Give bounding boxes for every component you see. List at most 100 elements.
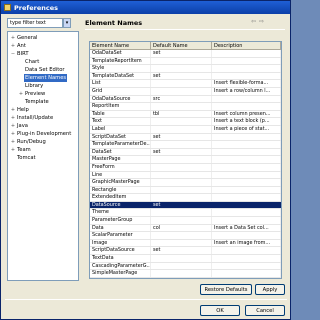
cell-default-name[interactable]: set — [151, 50, 212, 57]
cell-description: Insert a Data Set col... — [212, 224, 281, 232]
cell-default-name[interactable]: col — [151, 224, 212, 232]
cell-element-name: MasterPage — [90, 156, 151, 163]
back-arrow-icon[interactable]: ⇦ — [251, 18, 256, 25]
table-row[interactable]: Grid Insert a row/column l... — [90, 87, 281, 96]
table-row[interactable]: ScalarParameter — [90, 232, 281, 240]
tree-item[interactable]: + Preview — [8, 90, 78, 98]
table-row[interactable]: Theme — [90, 209, 281, 218]
table-row[interactable]: ParameterGroup — [90, 217, 281, 225]
table-body: OdaDataSet set TemplateReportItem Style Temp… — [90, 50, 281, 278]
cell-default-name[interactable] — [151, 171, 212, 179]
tree-item[interactable]: + Team — [8, 146, 78, 154]
cell-default-name[interactable] — [151, 277, 212, 278]
table-row[interactable]: Parameter — [90, 277, 281, 278]
cell-default-name[interactable] — [151, 65, 212, 72]
column-header-description[interactable]: Description — [212, 42, 281, 49]
cell-default-name[interactable] — [151, 125, 212, 133]
column-header-default-name[interactable]: Default Name — [151, 42, 212, 49]
table-row[interactable]: Line — [90, 171, 281, 180]
table-row[interactable]: TemplateParameterDe... — [90, 141, 281, 149]
cell-default-name[interactable] — [151, 239, 212, 247]
table-row[interactable]: TemplateReportItem — [90, 57, 281, 66]
cell-default-name[interactable] — [151, 232, 212, 239]
cell-default-name[interactable] — [151, 255, 212, 262]
table-row[interactable]: GraphicMasterPage — [90, 179, 281, 187]
table-row[interactable]: FreeForm — [90, 163, 281, 172]
cell-default-name[interactable] — [151, 118, 212, 125]
tree-item[interactable]: Template — [8, 98, 78, 106]
cell-default-name[interactable] — [151, 209, 212, 217]
tree-item[interactable]: + Install/Update — [8, 114, 78, 122]
cell-default-name[interactable] — [151, 80, 212, 87]
table-row[interactable]: Style — [90, 65, 281, 73]
table-row[interactable]: Image Insert an image from... — [90, 239, 281, 248]
table-row[interactable]: Data col Insert a Data Set col... — [90, 224, 281, 233]
cell-default-name[interactable]: set — [151, 133, 212, 141]
ok-button[interactable]: OK — [200, 305, 240, 316]
table-row[interactable]: SimpleMasterPage — [90, 270, 281, 278]
cell-element-name: Data — [90, 224, 151, 232]
table-row[interactable]: Text Insert a text block (p... — [90, 118, 281, 126]
cell-default-name[interactable] — [151, 217, 212, 224]
tree-item[interactable]: Chart — [8, 58, 78, 66]
table-row[interactable]: CascadingParameterG... — [90, 262, 281, 271]
table-row[interactable]: MasterPage — [90, 156, 281, 164]
table-row[interactable]: ScriptDataSource set — [90, 247, 281, 256]
table-row[interactable]: Label Insert a piece of stat... — [90, 125, 281, 134]
tree-item[interactable]: + Ant — [8, 42, 78, 50]
cell-default-name[interactable]: set — [151, 72, 212, 80]
tree-item-label: Team — [17, 147, 31, 153]
cell-default-name[interactable]: set — [151, 148, 212, 156]
cell-element-name: ParameterGroup — [90, 217, 151, 224]
tree-item[interactable]: Library — [8, 82, 78, 90]
filter-dropdown-button[interactable]: ▾ — [63, 18, 71, 28]
cancel-button[interactable]: Cancel — [245, 305, 285, 316]
cell-default-name[interactable] — [151, 141, 212, 148]
cell-default-name[interactable]: set — [151, 247, 212, 255]
cell-default-name[interactable] — [151, 87, 212, 95]
table-row[interactable]: OdaDataSource src — [90, 95, 281, 104]
tree-item[interactable]: + Help — [8, 106, 78, 114]
tree-item[interactable]: Tomcat — [8, 154, 78, 162]
tree-item[interactable]: − BIRT — [8, 50, 78, 58]
tree-item[interactable]: + Java — [8, 122, 78, 130]
tree-item-label: Run/Debug — [17, 139, 46, 145]
tree-item[interactable]: + Plug-in Development — [8, 130, 78, 138]
cell-default-name[interactable] — [151, 156, 212, 163]
cell-default-name[interactable]: set — [151, 201, 212, 209]
table-row[interactable]: ScriptDataSet set — [90, 133, 281, 142]
forward-arrow-icon[interactable]: ⇨ — [259, 18, 264, 25]
table-row[interactable]: Rectangle — [90, 186, 281, 195]
table-row[interactable]: TemplateDataSet set — [90, 72, 281, 81]
tree-item[interactable]: Element Names — [8, 74, 78, 82]
table-row[interactable]: DataSource set — [90, 201, 281, 210]
title-bar[interactable]: Preferences — [1, 1, 290, 14]
cell-default-name[interactable] — [151, 163, 212, 171]
cell-description: Insert a text block (p... — [212, 118, 281, 125]
tree-item[interactable]: + Run/Debug — [8, 138, 78, 146]
cell-default-name[interactable] — [151, 179, 212, 186]
table-row[interactable]: TextData — [90, 255, 281, 263]
cell-default-name[interactable] — [151, 103, 212, 110]
cell-description — [212, 194, 281, 201]
tree-item[interactable]: Data Set Editor — [8, 66, 78, 74]
table-row[interactable]: ReportItem — [90, 103, 281, 111]
tree-item[interactable]: + General — [8, 34, 78, 42]
cell-default-name[interactable] — [151, 57, 212, 65]
table-row[interactable]: OdaDataSet set — [90, 50, 281, 58]
window-title: Preferences — [14, 3, 58, 12]
table-row[interactable]: ExtendedItem — [90, 194, 281, 202]
table-row[interactable]: Table tbl Insert column presen... — [90, 110, 281, 119]
cell-default-name[interactable] — [151, 270, 212, 277]
apply-button[interactable]: Apply — [255, 284, 285, 295]
table-row[interactable]: List Insert flexible-forma... — [90, 80, 281, 88]
filter-input[interactable]: type filter text — [7, 18, 63, 28]
table-row[interactable]: DataSet set — [90, 148, 281, 157]
cell-default-name[interactable] — [151, 186, 212, 194]
column-header-element-name[interactable]: Element Name — [90, 42, 151, 49]
cell-default-name[interactable] — [151, 262, 212, 270]
restore-defaults-button[interactable]: Restore Defaults — [200, 284, 252, 295]
cell-default-name[interactable]: tbl — [151, 110, 212, 118]
cell-default-name[interactable]: src — [151, 95, 212, 103]
cell-default-name[interactable] — [151, 194, 212, 201]
